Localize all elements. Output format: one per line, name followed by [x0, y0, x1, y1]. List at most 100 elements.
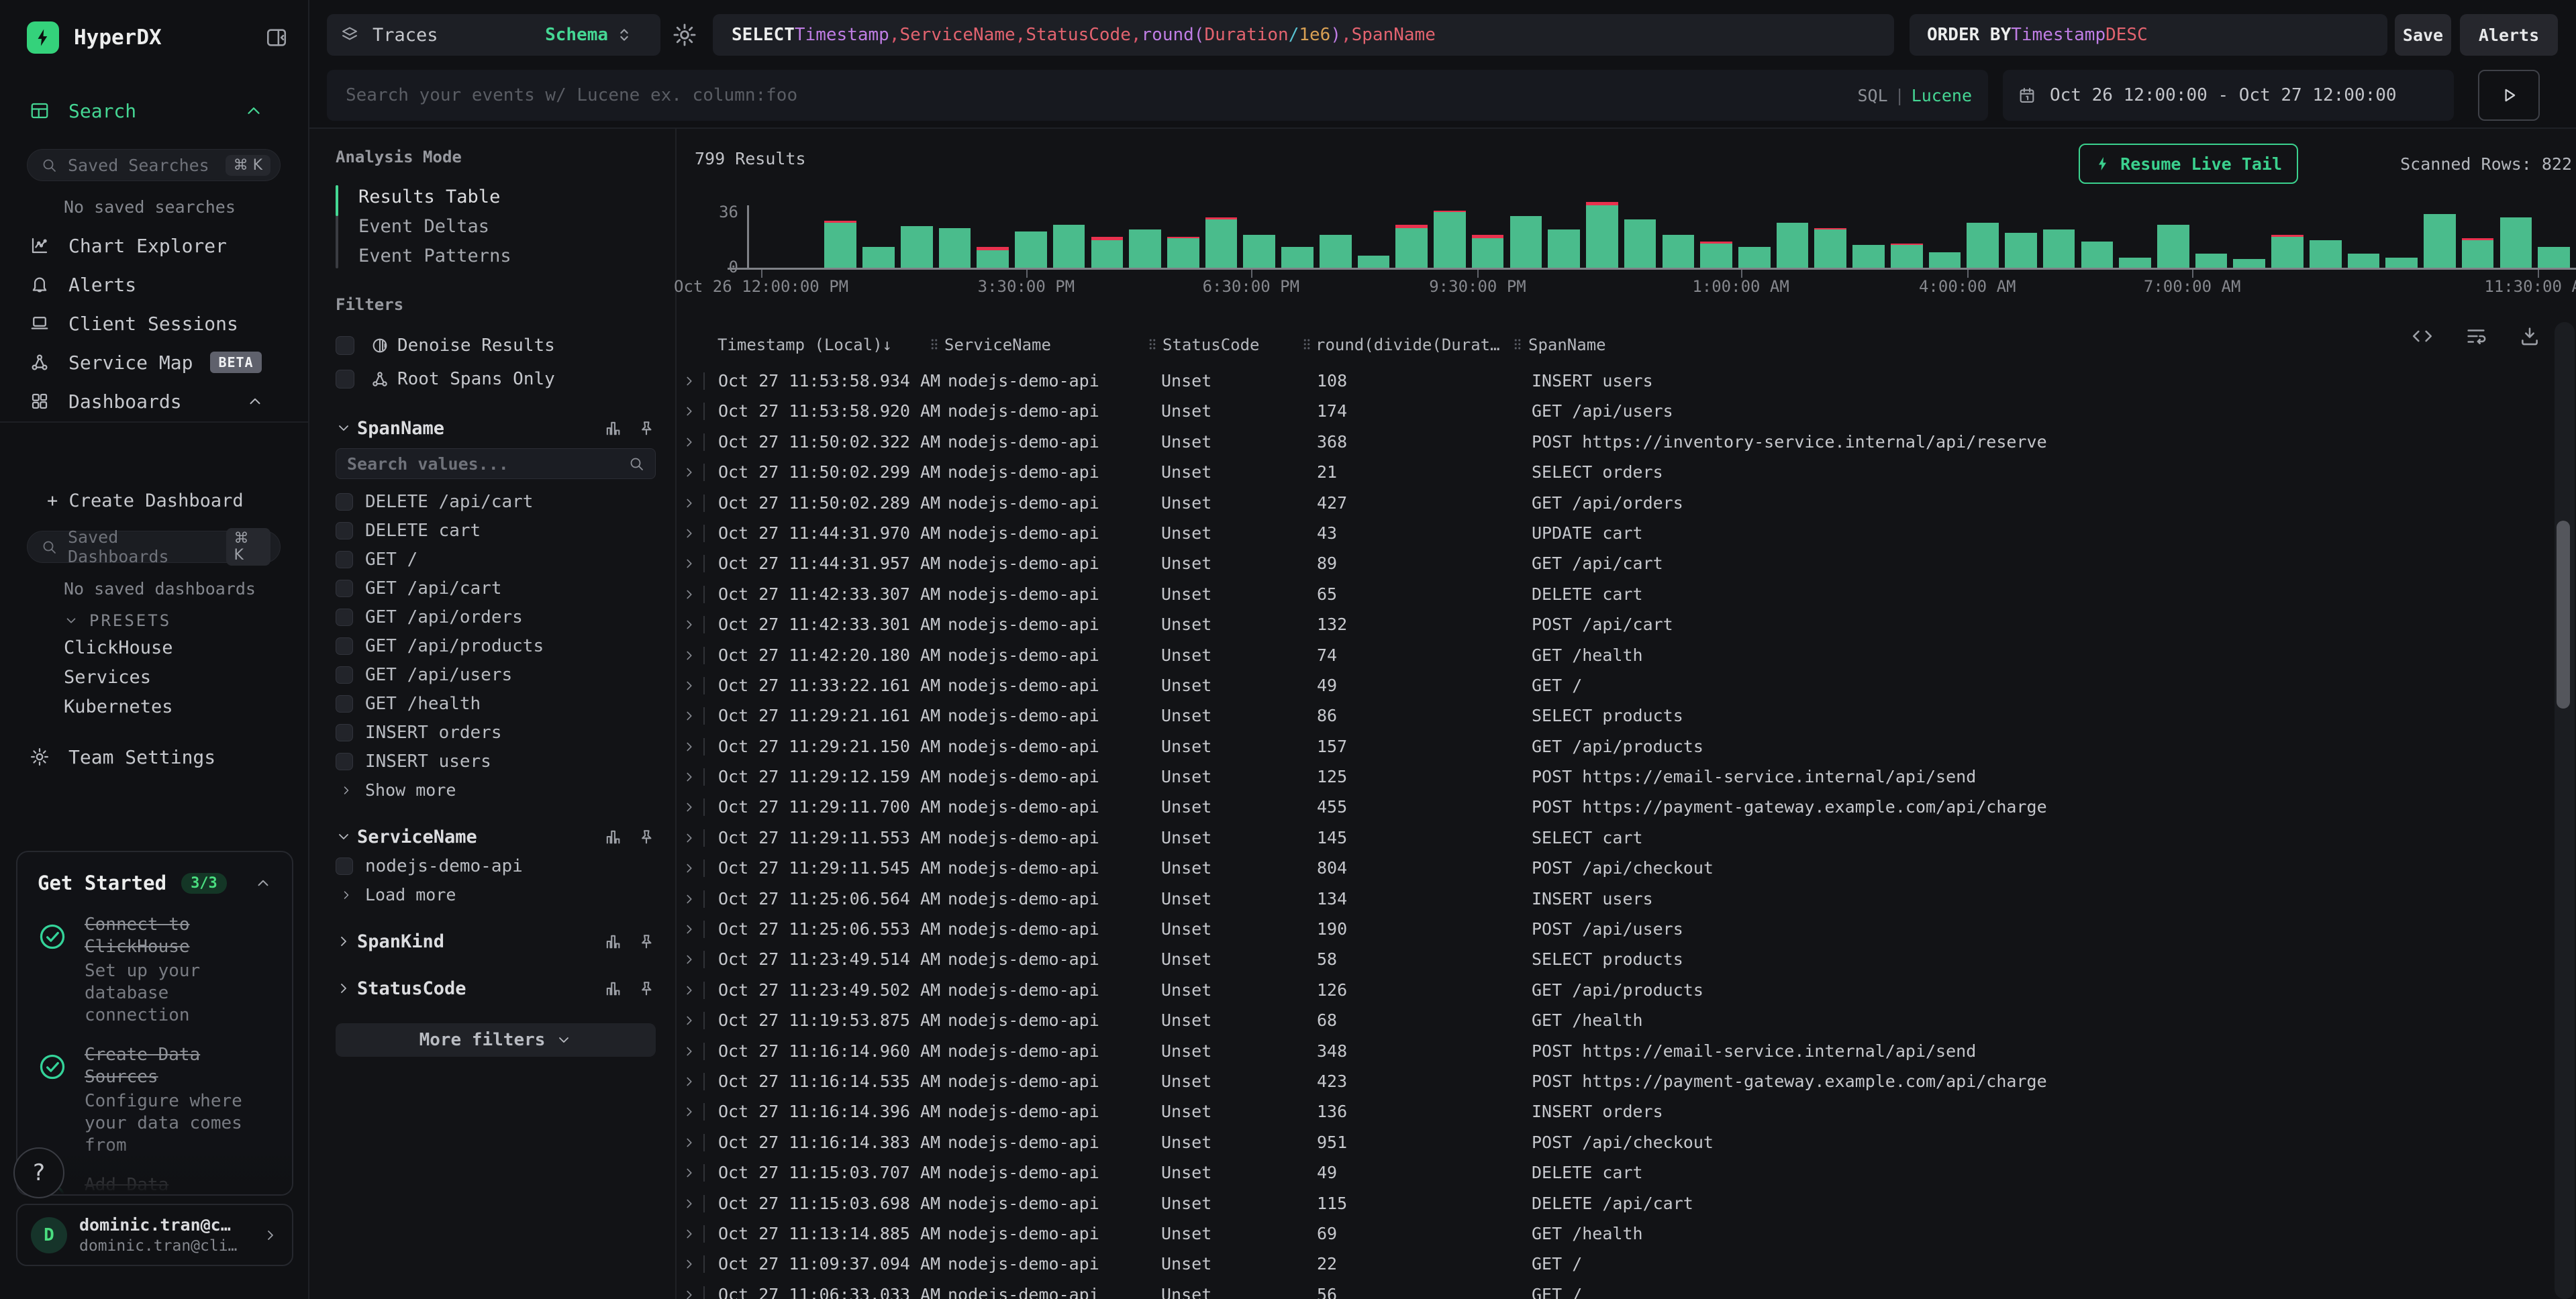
expand-row-icon[interactable] — [682, 616, 697, 633]
expand-row-icon[interactable] — [682, 1134, 697, 1151]
filter-option[interactable]: DELETE cart — [336, 516, 656, 545]
preset-kubernetes[interactable]: Kubernetes — [64, 692, 173, 722]
histogram-bar[interactable] — [1777, 223, 1809, 268]
column-header-spanname[interactable]: SpanName — [1528, 335, 1606, 354]
checkbox[interactable] — [336, 753, 353, 770]
expand-row-icon[interactable] — [682, 1286, 697, 1299]
order-by-input[interactable]: ORDER BY Timestamp DESC — [1910, 14, 2387, 56]
filter-option[interactable]: INSERT orders — [336, 718, 656, 747]
histogram-bar[interactable] — [2310, 240, 2342, 268]
histogram-bar[interactable] — [1700, 242, 1732, 268]
checkbox[interactable] — [336, 580, 353, 597]
expand-row-icon[interactable] — [682, 464, 697, 481]
table-row[interactable]: Oct 27 11:44:31.957 AMnodejs-demo-apiUns… — [677, 548, 2553, 578]
expand-row-icon[interactable] — [682, 982, 697, 999]
table-row[interactable]: Oct 27 11:23:49.514 AMnodejs-demo-apiUns… — [677, 944, 2553, 974]
expand-row-icon[interactable] — [682, 403, 697, 420]
histogram-bar[interactable] — [1814, 228, 1846, 268]
scrollbar-thumb[interactable] — [2557, 521, 2570, 709]
chevron-up-icon[interactable] — [254, 874, 272, 892]
histogram-bar[interactable] — [1663, 235, 1695, 268]
expand-row-icon[interactable] — [682, 951, 697, 968]
histogram-bar[interactable] — [1434, 211, 1466, 268]
column-header-statuscode[interactable]: StatusCode — [1162, 335, 1260, 354]
pin-icon[interactable] — [637, 827, 656, 846]
more-filters-button[interactable]: More filters — [336, 1023, 656, 1057]
table-row[interactable]: Oct 27 11:23:49.502 AMnodejs-demo-apiUns… — [677, 975, 2553, 1005]
histogram-bar[interactable] — [1852, 245, 1885, 268]
histogram-bar[interactable] — [1281, 247, 1314, 268]
checkbox[interactable] — [336, 695, 353, 713]
histogram-bar[interactable] — [1548, 229, 1580, 268]
histogram-bar[interactable] — [901, 226, 933, 268]
filter-toggle-denoise-results[interactable]: Denoise Results — [336, 329, 656, 362]
expand-row-icon[interactable] — [682, 555, 697, 572]
table-row[interactable]: Oct 27 11:44:31.970 AMnodejs-demo-apiUns… — [677, 518, 2553, 548]
histogram-bar[interactable] — [1624, 219, 1656, 268]
alerts-button[interactable]: Alerts — [2460, 14, 2558, 56]
table-row[interactable]: Oct 27 11:50:02.322 AMnodejs-demo-apiUns… — [677, 427, 2553, 457]
date-range-picker[interactable]: Oct 26 12:00:00 - Oct 27 12:00:00 — [2003, 70, 2454, 121]
drag-handle-icon[interactable] — [1299, 335, 1314, 353]
histogram-bar[interactable] — [1015, 231, 1047, 268]
expand-row-icon[interactable] — [682, 890, 697, 908]
filter-toggle-root-spans-only[interactable]: Root Spans Only — [336, 362, 656, 396]
expand-row-icon[interactable] — [682, 647, 697, 664]
histogram-bar[interactable] — [1395, 225, 1428, 268]
filter-option[interactable]: GET /api/users — [336, 660, 656, 689]
histogram-bar[interactable] — [1129, 229, 1161, 268]
drag-handle-icon[interactable] — [927, 335, 942, 353]
chevron-up-icon[interactable] — [244, 101, 264, 121]
expand-row-icon[interactable] — [682, 798, 697, 816]
checkbox[interactable] — [336, 551, 353, 568]
table-row[interactable]: Oct 27 11:13:14.885 AMnodejs-demo-apiUns… — [677, 1218, 2553, 1249]
histogram-bar[interactable] — [1472, 235, 1504, 268]
histogram-bar[interactable] — [2043, 229, 2075, 268]
sql-select-input[interactable]: SELECT Timestamp,ServiceName,StatusCode,… — [713, 14, 1894, 56]
expand-row-icon[interactable] — [682, 860, 697, 877]
histogram-bar[interactable] — [1320, 235, 1352, 268]
sql-toggle[interactable]: SQL — [1857, 86, 1887, 105]
table-row[interactable]: Oct 27 11:16:14.960 AMnodejs-demo-apiUns… — [677, 1036, 2553, 1066]
histogram-bar[interactable] — [977, 247, 1009, 268]
histogram-bar[interactable] — [2233, 259, 2265, 268]
table-row[interactable]: Oct 27 11:42:20.180 AMnodejs-demo-apiUns… — [677, 640, 2553, 670]
filter-group-header[interactable]: ServiceName — [336, 822, 656, 851]
filter-group-header[interactable]: StatusCode — [336, 974, 656, 1003]
histogram-bar[interactable] — [2348, 254, 2380, 268]
checkbox[interactable] — [336, 522, 353, 539]
chart-toggle-icon[interactable] — [603, 932, 622, 951]
column-header-round-divide-durat-[interactable]: round(divide(Durat… — [1316, 335, 1500, 354]
table-row[interactable]: Oct 27 11:42:33.301 AMnodejs-demo-apiUns… — [677, 609, 2553, 639]
expand-row-icon[interactable] — [682, 1043, 697, 1060]
load-more-button[interactable]: Load more — [336, 880, 656, 909]
expand-row-icon[interactable] — [682, 1164, 697, 1182]
histogram-bar[interactable] — [1967, 223, 1999, 268]
event-search-input[interactable]: Search your events w/ Lucene ex. column:… — [327, 70, 1988, 121]
sidebar-item-dashboards[interactable]: Dashboards — [0, 382, 308, 421]
help-button[interactable]: ? — [13, 1147, 64, 1198]
expand-row-icon[interactable] — [682, 525, 697, 542]
table-row[interactable]: Oct 27 11:16:14.396 AMnodejs-demo-apiUns… — [677, 1096, 2553, 1127]
table-row[interactable]: Oct 27 11:29:12.159 AMnodejs-demo-apiUns… — [677, 762, 2553, 792]
preset-clickhouse[interactable]: ClickHouse — [64, 633, 173, 663]
chart-toggle-icon[interactable] — [603, 827, 622, 846]
filter-option[interactable]: DELETE /api/cart — [336, 487, 656, 516]
filter-option[interactable]: GET / — [336, 545, 656, 574]
histogram-bar[interactable] — [2500, 217, 2532, 268]
sidebar-item-chart-explorer[interactable]: Chart Explorer — [0, 226, 308, 265]
checkbox[interactable] — [336, 637, 353, 655]
histogram-bar[interactable] — [1053, 225, 1085, 268]
chart-toggle-icon[interactable] — [603, 419, 622, 437]
histogram-bar[interactable] — [2081, 242, 2114, 268]
checkbox[interactable] — [336, 493, 353, 511]
expand-row-icon[interactable] — [682, 1195, 697, 1212]
table-row[interactable]: Oct 27 11:19:53.875 AMnodejs-demo-apiUns… — [677, 1005, 2553, 1035]
download-icon[interactable] — [2518, 325, 2541, 348]
presets-header[interactable]: PRESETS — [64, 611, 171, 630]
expand-row-icon[interactable] — [682, 1103, 697, 1121]
drag-handle-icon[interactable] — [1510, 335, 1525, 353]
resume-live-tail-button[interactable]: Resume Live Tail — [2079, 144, 2298, 184]
pin-icon[interactable] — [637, 419, 656, 437]
sidebar-item-client-sessions[interactable]: Client Sessions — [0, 304, 308, 343]
